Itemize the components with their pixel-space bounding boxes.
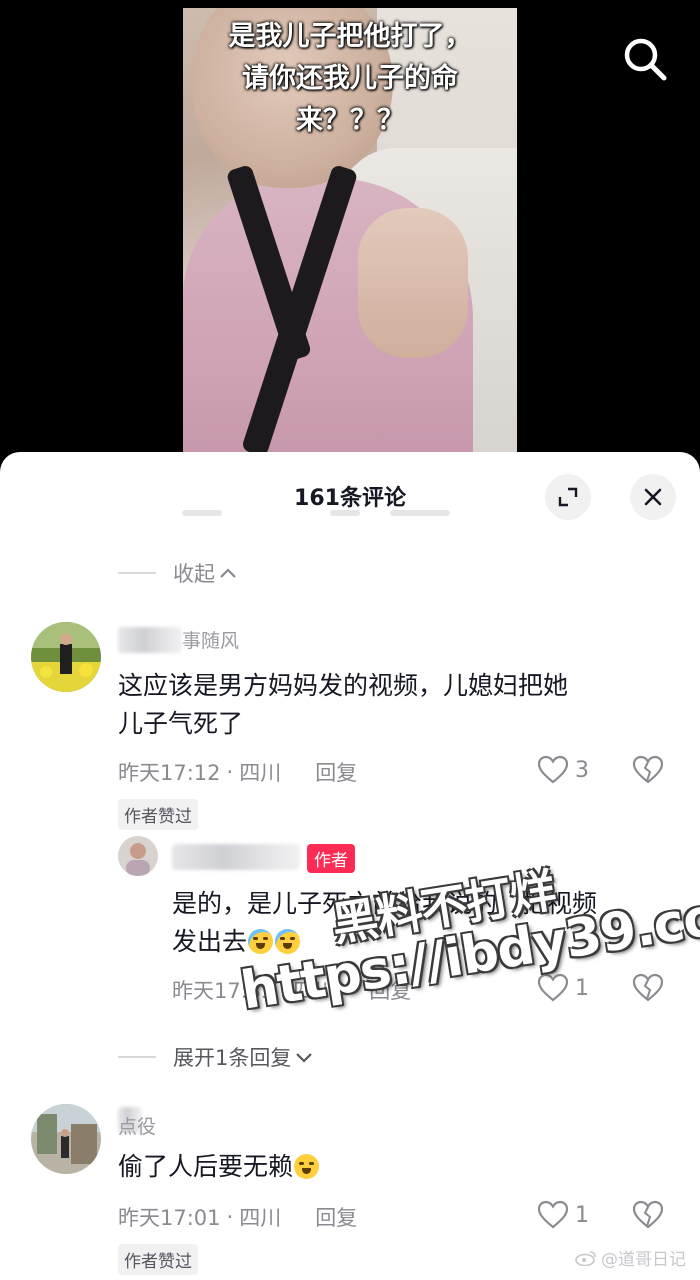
broken-heart-icon xyxy=(632,973,664,1002)
avatar[interactable] xyxy=(31,1104,101,1174)
author-liked-badge: 作者赞过 xyxy=(118,799,198,830)
video-player[interactable]: 是我儿子把他打了， 请你还我儿子的命 来？？？ xyxy=(0,0,700,470)
crying-emoji-icon xyxy=(275,929,301,954)
chevron-down-icon xyxy=(296,1053,313,1063)
reply-text: 是的，是儿子死之前给我说的，把视频 发出去 xyxy=(172,889,598,956)
comment-time: 昨天17:01 xyxy=(118,1206,221,1230)
comment-location: 四川 xyxy=(239,1206,282,1230)
expand-replies-label: 展开1条回复 xyxy=(173,1046,292,1070)
dislike-button[interactable] xyxy=(632,755,664,789)
reply-location: 四川 xyxy=(293,979,336,1003)
weibo-icon xyxy=(575,1250,596,1266)
author-tag: 作者 xyxy=(307,844,355,873)
like-button[interactable]: 3 xyxy=(537,755,589,785)
expand-icon xyxy=(558,487,578,507)
like-button[interactable]: 1 xyxy=(537,1200,589,1230)
like-count: 3 xyxy=(575,757,589,783)
comments-header: 161条评论 xyxy=(0,452,700,536)
laughing-emoji-icon xyxy=(294,1154,320,1179)
heart-icon xyxy=(537,973,569,1002)
commenter-name: 事随风 xyxy=(182,630,240,652)
reply-time: 昨天17:35 xyxy=(172,979,275,1003)
comment-text: 偷了人后要无赖 xyxy=(118,1148,658,1186)
dislike-button[interactable] xyxy=(632,1200,664,1234)
heart-icon xyxy=(537,1200,569,1229)
commenter-name: 点役 xyxy=(118,1116,157,1138)
reply-button[interactable]: 回复 xyxy=(315,757,357,787)
comments-count-title: 161条评论 xyxy=(294,486,406,511)
expand-replies-button[interactable]: 展开1条回复 xyxy=(118,1042,313,1072)
dislike-button[interactable] xyxy=(632,973,664,1007)
comment-meta: 昨天17:12 · 四川 回复 xyxy=(118,757,357,787)
chevron-up-icon xyxy=(220,568,236,578)
like-count: 1 xyxy=(575,975,589,1001)
avatar[interactable] xyxy=(31,622,101,692)
crying-emoji-icon xyxy=(248,929,274,954)
comment-time: 昨天17:12 xyxy=(118,761,221,785)
reply-button[interactable]: 回复 xyxy=(369,975,411,1005)
like-button[interactable]: 1 xyxy=(537,973,589,1003)
author-liked-badge: 作者赞过 xyxy=(118,1244,198,1275)
video-caption: 是我儿子把他打了， 请你还我儿子的命 来？？？ xyxy=(228,21,472,136)
close-button[interactable] xyxy=(630,474,676,520)
comment-location: 四川 xyxy=(239,761,282,785)
broken-heart-icon xyxy=(632,1200,664,1229)
reply-button[interactable]: 回复 xyxy=(315,1202,357,1232)
collapse-replies-button[interactable]: 收起 xyxy=(118,558,237,588)
close-icon xyxy=(644,488,662,506)
search-icon[interactable] xyxy=(620,34,670,84)
fullscreen-expand-button[interactable] xyxy=(545,474,591,520)
source-watermark: @道哥日记 xyxy=(575,1245,686,1270)
heart-icon xyxy=(537,755,569,784)
like-count: 1 xyxy=(575,1202,589,1228)
avatar[interactable] xyxy=(118,836,158,876)
comments-sheet: 161条评论 收起 事随风 这应该是男方妈妈发的视频，儿媳妇把她 儿子气死了 昨… xyxy=(0,452,700,1280)
broken-heart-icon xyxy=(632,755,664,784)
reply-meta: 昨天17:35 · 四川 回复 xyxy=(172,975,411,1005)
collapse-label: 收起 xyxy=(173,562,215,586)
comment-meta: 昨天17:01 · 四川 回复 xyxy=(118,1202,357,1232)
comment-text: 这应该是男方妈妈发的视频，儿媳妇把她 儿子气死了 xyxy=(118,671,569,738)
